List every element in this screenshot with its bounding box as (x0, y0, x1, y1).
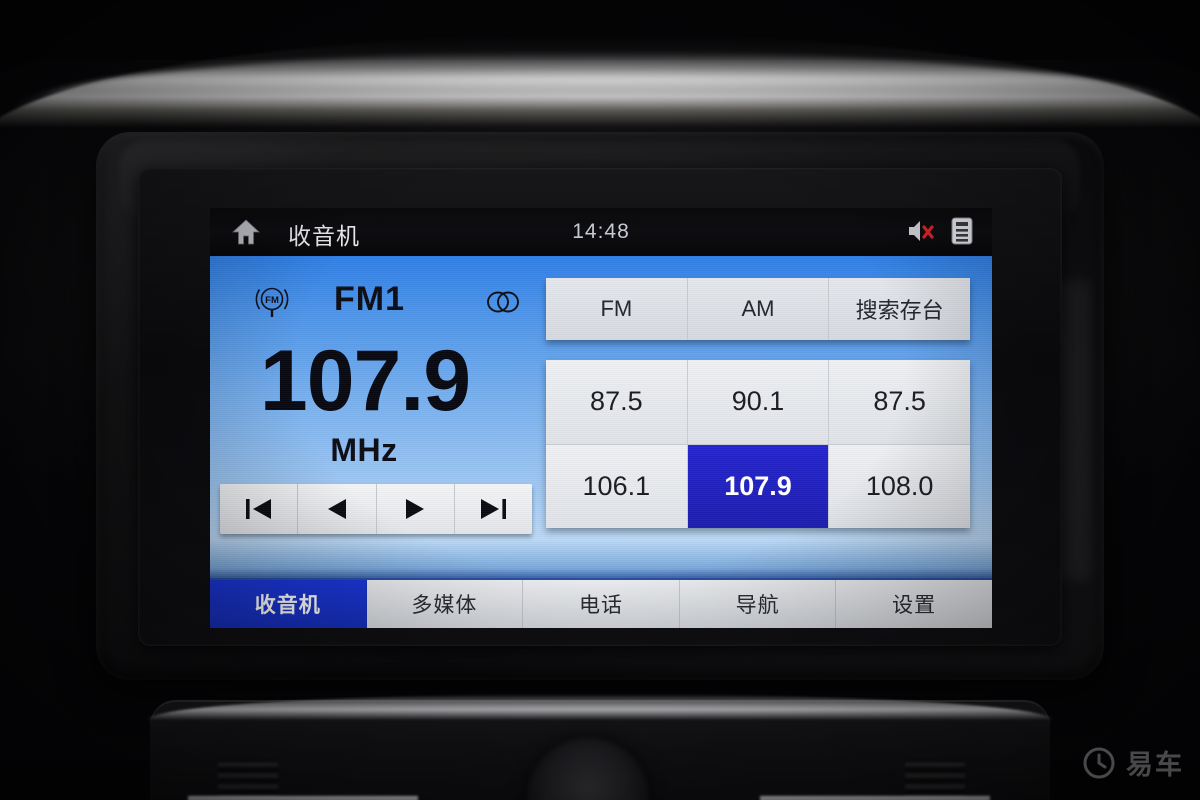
car-dashboard-scene: 收音机 14:48 FM FM1 107.9 MHz FM AM 搜索存台 87… (0, 0, 1200, 800)
frequency-unit: MHz (330, 432, 398, 468)
seek-next-button[interactable] (454, 484, 532, 534)
current-frequency: 107.9 (259, 333, 471, 429)
seek-previous-button[interactable] (220, 484, 299, 534)
tune-up-button[interactable] (376, 484, 455, 534)
radio-right-panel: FM AM 搜索存台 87.5 90.1 87.5 106.1 107.9 10… (546, 256, 984, 578)
console-trim-right (760, 796, 990, 800)
auto-store-button[interactable]: 搜索存台 (829, 278, 971, 340)
console-vent-right (905, 760, 965, 800)
preset-grid: 87.5 90.1 87.5 106.1 107.9 108.0 (546, 360, 970, 528)
radio-main-panel: FM FM1 107.9 MHz FM AM 搜索存台 87.5 90.1 87… (210, 256, 992, 578)
tuner-panel: FM FM1 107.9 MHz (210, 256, 542, 578)
watermark-text: 易车 (1126, 750, 1184, 781)
console-vent-left (218, 760, 278, 800)
fm-antenna-icon: FM (252, 282, 292, 322)
status-bar: 收音机 14:48 (210, 208, 992, 256)
band-am-button[interactable]: AM (687, 278, 830, 340)
status-bar-clock: 14:48 (572, 220, 630, 243)
preset-button-6[interactable]: 108.0 (829, 444, 970, 528)
band-button-group: FM AM 搜索存台 (546, 278, 971, 340)
tab-radio[interactable]: 收音机 (210, 580, 367, 628)
preset-button-2[interactable]: 90.1 (687, 360, 829, 444)
preset-button-4[interactable]: 106.1 (546, 444, 687, 528)
svg-text:FM: FM (265, 295, 279, 306)
stereo-icon (484, 288, 522, 316)
band-indicator-row: FM FM1 (226, 278, 526, 324)
tab-phone[interactable]: 电话 (523, 580, 680, 628)
preset-button-3[interactable]: 87.5 (829, 360, 970, 444)
console-trim-left (188, 796, 418, 800)
yiche-logo-icon (1082, 746, 1116, 780)
bottom-tab-bar: 收音机 多媒体 电话 导航 设置 (210, 578, 992, 628)
status-bar-icons (906, 217, 974, 245)
watermark: 易车 (1082, 743, 1184, 782)
tab-multimedia[interactable]: 多媒体 (367, 580, 524, 628)
band-fm-button[interactable]: FM (546, 278, 688, 340)
preset-button-5[interactable]: 107.9 (687, 444, 829, 528)
speaker-mute-icon[interactable] (906, 217, 936, 245)
band-label: FM1 (334, 280, 405, 318)
infotainment-screen[interactable]: 收音机 14:48 FM FM1 107.9 MHz FM AM 搜索存台 87… (210, 208, 992, 628)
preset-button-1[interactable]: 87.5 (546, 360, 687, 444)
transport-controls (220, 484, 532, 534)
tab-settings[interactable]: 设置 (836, 580, 992, 628)
tune-down-button[interactable] (298, 484, 377, 534)
list-menu-icon[interactable] (950, 217, 974, 245)
tab-navigation[interactable]: 导航 (680, 580, 837, 628)
